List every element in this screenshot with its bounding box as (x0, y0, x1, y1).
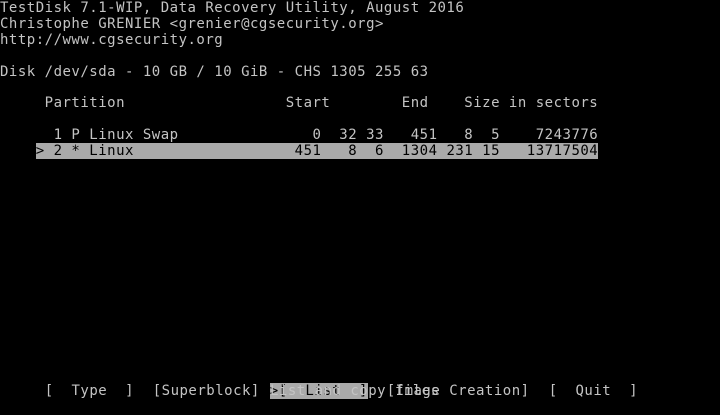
author-line: Christophe GRENIER <grenier@cgsecurity.o… (0, 16, 384, 32)
menu-list-button-selected[interactable]: >[ List ] (234, 367, 368, 399)
partition-row-1[interactable]: 1 P Linux Swap 0 32 33 451 8 5 7243776 (0, 111, 598, 143)
partition-row-text: > 2 * Linux 451 8 6 1304 231 15 13717504 (35, 143, 599, 159)
menu-quit-button[interactable]: [ Quit ] (513, 367, 638, 399)
menu-quit-label: [ Quit ] (548, 383, 639, 399)
website-url: http://www.cgsecurity.org (0, 32, 224, 48)
partition-table-header: Partition Start End Size in sectors (0, 95, 599, 111)
app-title: TestDisk 7.1-WIP, Data Recovery Utility,… (0, 0, 465, 16)
terminal-screen: TestDisk 7.1-WIP, Data Recovery Utility,… (0, 0, 720, 400)
disk-info: Disk /dev/sda - 10 GB / 10 GiB - CHS 130… (0, 64, 429, 80)
menu-help-text: List and copy files (270, 383, 440, 399)
menu-type-button[interactable]: [ Type ] (9, 367, 134, 399)
menu-image-creation-button[interactable]: [Image Creation] (351, 367, 530, 399)
partition-row-2-selected[interactable]: > 2 * Linux 451 8 6 1304 231 15 13717504 (0, 127, 599, 159)
